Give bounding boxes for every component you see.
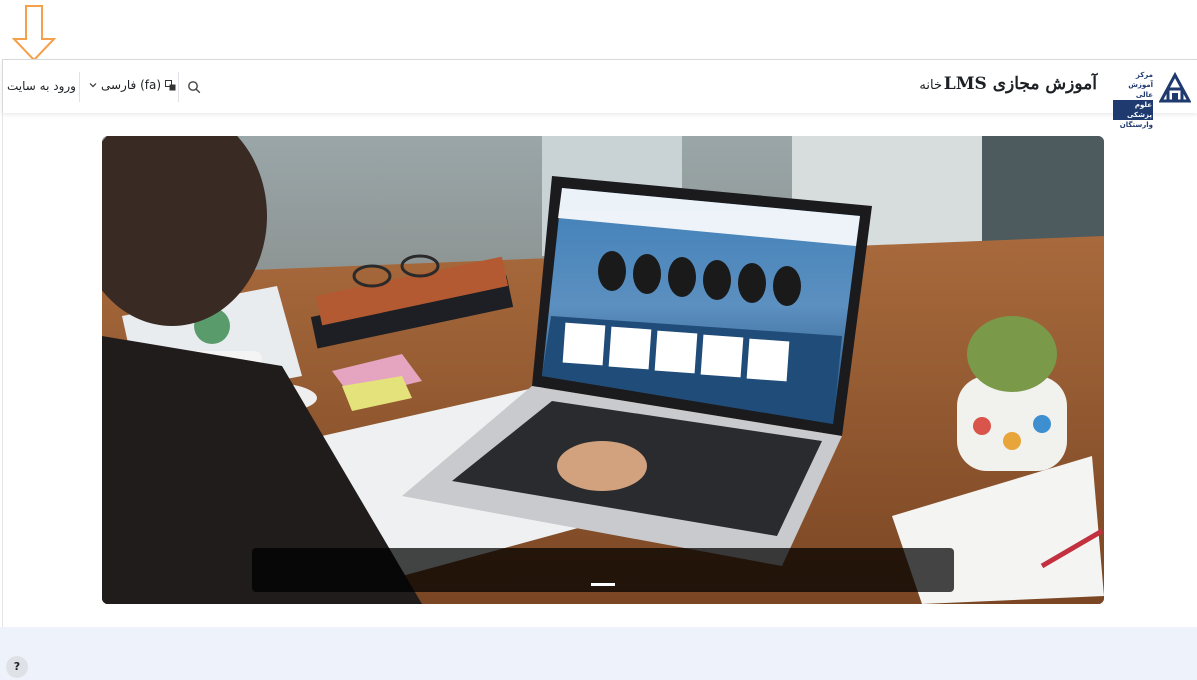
search-icon[interactable]: [187, 80, 201, 94]
navbar-divider: [79, 72, 80, 102]
logo-line-2: علوم پزشکی: [1113, 100, 1153, 120]
page-footer: [0, 627, 1197, 680]
logo-mark-icon: [1159, 71, 1191, 103]
logo-line-3: وارستگان: [1119, 121, 1153, 129]
nav-home-link[interactable]: خانه: [919, 78, 942, 93]
site-name[interactable]: آموزش مجازی LMS: [944, 74, 1097, 94]
site-logo[interactable]: مرکز آموزش عالی علوم پزشکی وارستگان: [1111, 70, 1191, 129]
help-button[interactable]: ?: [6, 656, 28, 678]
language-menu[interactable]: فارسی (fa): [89, 78, 176, 92]
logo-text: مرکز آموزش عالی علوم پزشکی وارستگان: [1113, 70, 1153, 130]
logo-line-1: مرکز آموزش عالی: [1128, 71, 1153, 99]
top-navbar: مرکز آموزش عالی علوم پزشکی وارستگان آموز…: [2, 59, 1197, 129]
navbar-divider: [178, 72, 179, 102]
down-arrow-icon: [12, 5, 56, 61]
page-border: [2, 113, 3, 627]
language-icon: [165, 79, 176, 90]
chevron-down-icon: [89, 83, 97, 88]
carousel-slide-image: [102, 136, 1104, 604]
carousel-indicator-active[interactable]: [591, 583, 615, 586]
hero-carousel[interactable]: [102, 136, 1104, 604]
language-label: فارسی (fa): [101, 78, 162, 92]
login-link[interactable]: ورود به سایت: [7, 79, 76, 93]
